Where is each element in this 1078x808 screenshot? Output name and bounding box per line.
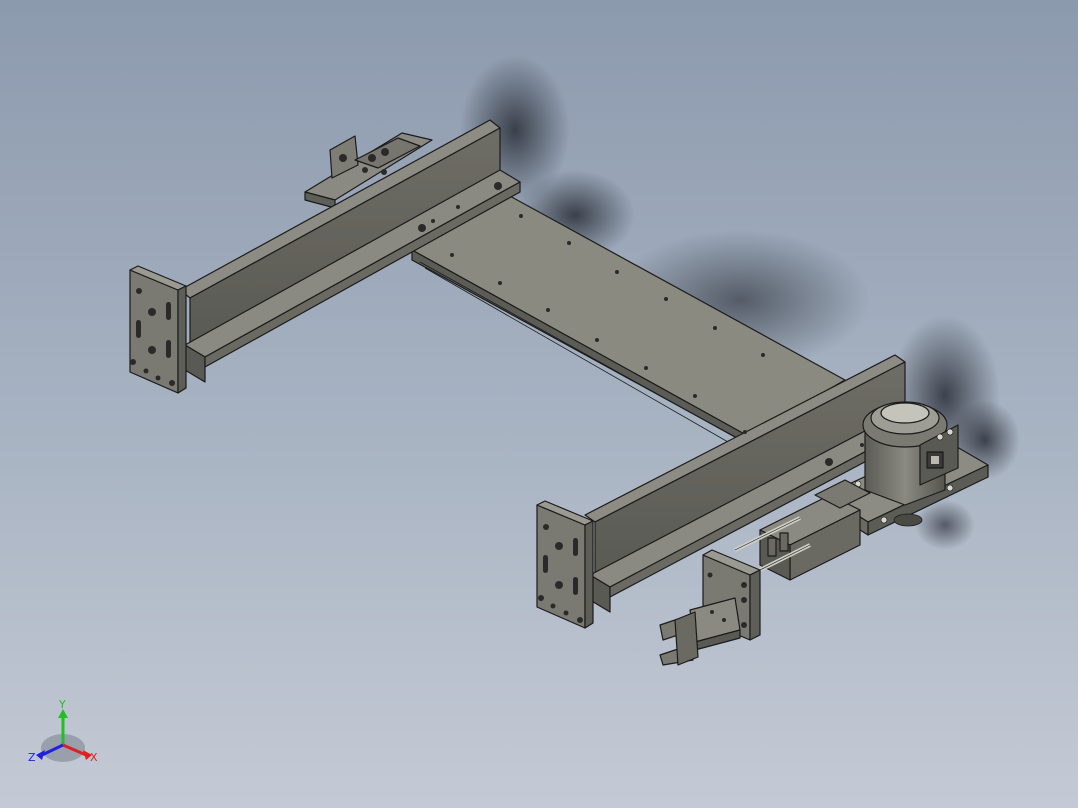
triad-x-label: X: [90, 751, 98, 764]
cad-viewport[interactable]: Y X Z: [0, 0, 1078, 808]
cad-scene[interactable]: Y X Z: [0, 0, 1078, 808]
orientation-triad[interactable]: Y X Z: [28, 698, 98, 764]
left-end-plate[interactable]: [129, 265, 187, 394]
right-end-plate[interactable]: [536, 500, 594, 629]
pneumatic-gripper[interactable]: [659, 597, 741, 666]
triad-z-label: Z: [28, 751, 36, 764]
triad-y-label: Y: [58, 698, 66, 711]
servo-motor[interactable]: [862, 401, 959, 506]
